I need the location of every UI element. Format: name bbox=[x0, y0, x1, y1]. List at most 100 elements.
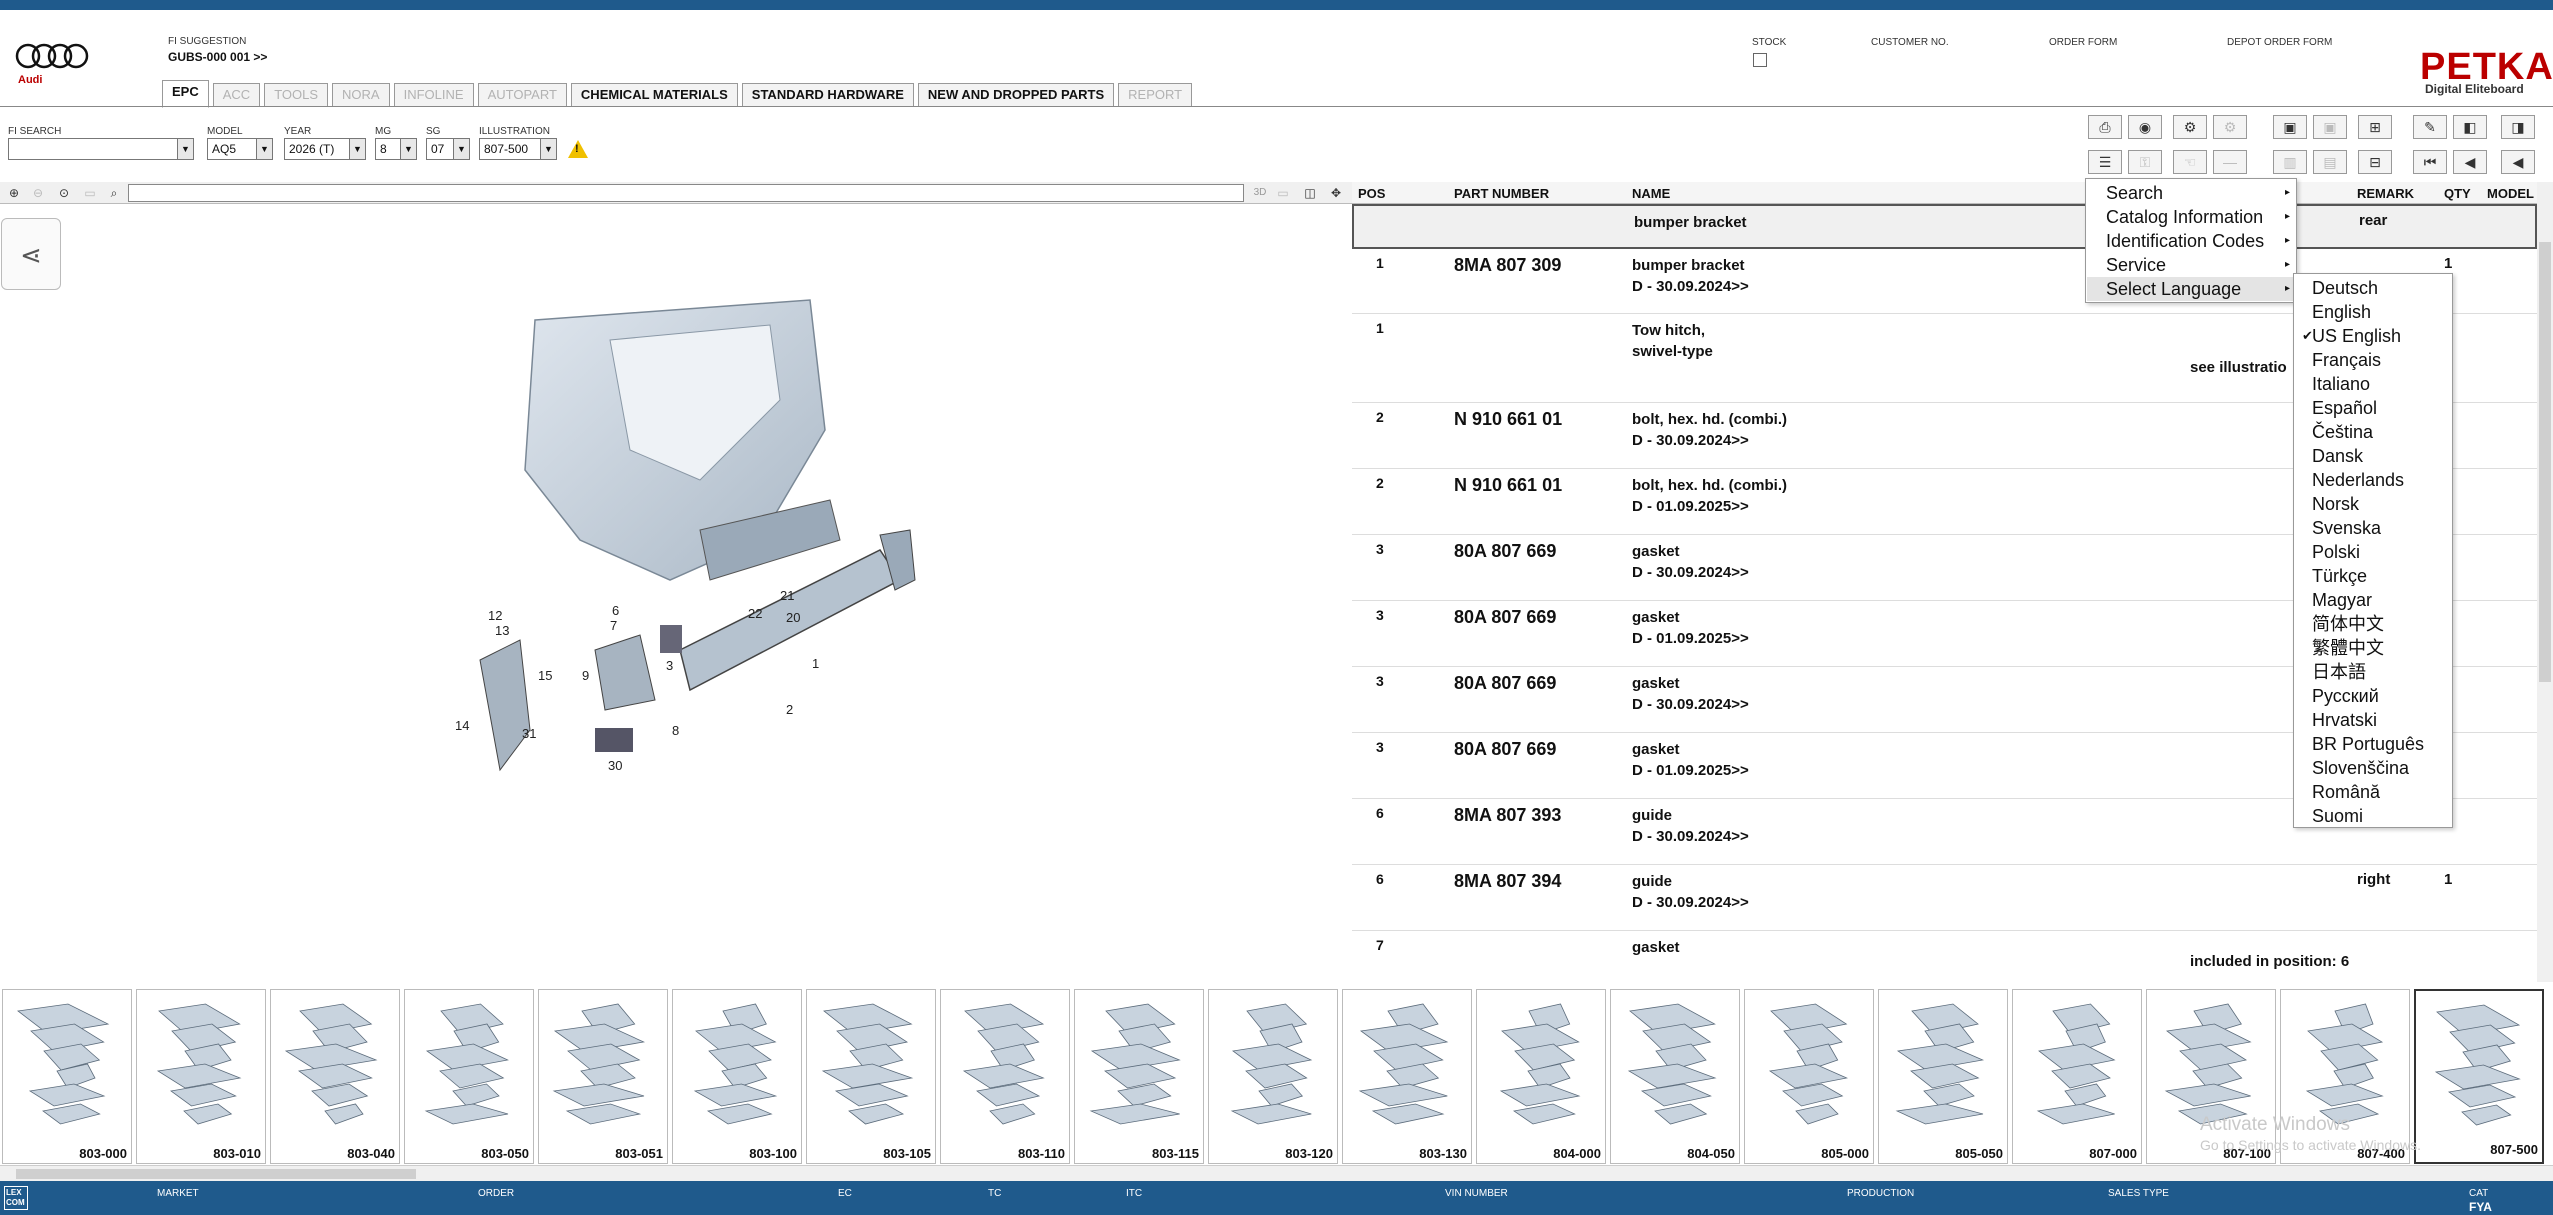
thumbnail-803-110[interactable]: 803-110 bbox=[940, 989, 1070, 1164]
tab-tools[interactable]: TOOLS bbox=[264, 83, 329, 107]
tab-nora[interactable]: NORA bbox=[332, 83, 390, 107]
thumbnail-803-120[interactable]: 803-120 bbox=[1208, 989, 1338, 1164]
illustration-select[interactable]: 807-500 ▼ bbox=[479, 138, 557, 160]
catalog-icon[interactable]: ◉ bbox=[2128, 115, 2162, 139]
prev-icon[interactable]: ◀ bbox=[2453, 150, 2487, 174]
col-name[interactable]: NAME bbox=[1632, 186, 1670, 201]
thumbnail-803-000[interactable]: 803-000 bbox=[2, 989, 132, 1164]
print-icon[interactable]: ⎙ bbox=[2088, 115, 2122, 139]
table-row[interactable]: 7 gasket included in position: 6 bbox=[1352, 931, 2537, 986]
menu-item-catalog-information[interactable]: Catalog Information bbox=[2106, 205, 2263, 229]
key-icon[interactable]: ⚿ bbox=[2128, 150, 2162, 174]
zoom-out-icon[interactable]: ⊖ bbox=[28, 184, 48, 202]
tab-epc[interactable]: EPC bbox=[162, 80, 209, 108]
tab-chemical-materials[interactable]: CHEMICAL MATERIALS bbox=[570, 83, 738, 107]
language-item[interactable]: Română bbox=[2312, 780, 2380, 804]
language-item[interactable]: Français bbox=[2312, 348, 2381, 372]
hand-icon[interactable]: ☜ bbox=[2173, 150, 2207, 174]
model-select[interactable]: AQ5 ▼ bbox=[207, 138, 273, 160]
language-item[interactable]: Italiano bbox=[2312, 372, 2370, 396]
language-item[interactable]: 日本語 bbox=[2312, 660, 2366, 684]
tab-autopart[interactable]: AUTOPART bbox=[477, 83, 567, 107]
zoom-fit-icon[interactable]: ⊙ bbox=[54, 184, 74, 202]
language-item[interactable]: BR Português bbox=[2312, 732, 2424, 756]
layout-icon[interactable]: ▭ bbox=[1273, 184, 1293, 202]
table-row[interactable]: 6 8MA 807 394 guide D - 30.09.2024>> rig… bbox=[1352, 865, 2537, 931]
menu-item-service[interactable]: Service bbox=[2106, 253, 2166, 277]
tools-icon[interactable]: ⚙ bbox=[2173, 115, 2207, 139]
thumbnail-804-000[interactable]: 804-000 bbox=[1476, 989, 1606, 1164]
language-item[interactable]: Polski bbox=[2312, 540, 2360, 564]
fi-suggestion-value[interactable]: GUBS-000 001 >> bbox=[168, 50, 267, 64]
sg-select[interactable]: 07 ▼ bbox=[426, 138, 470, 160]
thumbnail-803-050[interactable]: 803-050 bbox=[404, 989, 534, 1164]
menu-item-search[interactable]: Search bbox=[2106, 181, 2163, 205]
tab-infoline[interactable]: INFOLINE bbox=[393, 83, 474, 107]
thumbnail-804-050[interactable]: 804-050 bbox=[1610, 989, 1740, 1164]
col-part-number[interactable]: PART NUMBER bbox=[1454, 186, 1549, 201]
language-item[interactable]: Türkçe bbox=[2312, 564, 2367, 588]
col-model[interactable]: MODEL bbox=[2487, 186, 2534, 201]
language-item-selected[interactable]: ✔ US English bbox=[2302, 324, 2401, 348]
scrollbar-thumb[interactable] bbox=[2539, 242, 2551, 682]
menu-item-select-language[interactable]: Select Language bbox=[2087, 277, 2295, 301]
language-item[interactable]: Hrvatski bbox=[2312, 708, 2377, 732]
thumbnail-807-000[interactable]: 807-000 bbox=[2012, 989, 2142, 1164]
disabled-tool-icon[interactable]: ⚙ bbox=[2213, 115, 2247, 139]
split-view-icon[interactable]: ◫ bbox=[1300, 184, 1320, 202]
basket-icon[interactable]: ⊟ bbox=[2358, 150, 2392, 174]
fi-search-select[interactable]: ▼ bbox=[8, 138, 194, 160]
prev-page-icon[interactable]: ◧ bbox=[2453, 115, 2487, 139]
copy-icon[interactable]: ▥ bbox=[2273, 150, 2307, 174]
menu-icon[interactable]: ☰ bbox=[2088, 150, 2122, 174]
search-icon[interactable]: ⌕ bbox=[104, 184, 124, 202]
language-item[interactable]: Deutsch bbox=[2312, 276, 2378, 300]
back-icon[interactable]: ◀ bbox=[2501, 150, 2535, 174]
thumbnail-803-010[interactable]: 803-010 bbox=[136, 989, 266, 1164]
view-3d-button[interactable]: 3D bbox=[1250, 184, 1270, 202]
language-item[interactable]: Español bbox=[2312, 396, 2377, 420]
thumbnail-803-105[interactable]: 803-105 bbox=[806, 989, 936, 1164]
thumbnail-803-100[interactable]: 803-100 bbox=[672, 989, 802, 1164]
thumbnail-803-040[interactable]: 803-040 bbox=[270, 989, 400, 1164]
language-item[interactable]: Čeština bbox=[2312, 420, 2373, 444]
language-item[interactable]: Русский bbox=[2312, 684, 2379, 708]
tab-report[interactable]: REPORT bbox=[1118, 83, 1193, 107]
language-item[interactable]: Slovenščina bbox=[2312, 756, 2409, 780]
thumbnail-807-500[interactable]: 807-500 bbox=[2414, 989, 2544, 1164]
thumbnails-horizontal-scrollbar[interactable] bbox=[0, 1165, 2553, 1181]
first-icon[interactable]: ⏮ bbox=[2413, 150, 2447, 174]
stock-checkbox[interactable] bbox=[1753, 53, 1767, 67]
scrollbar-thumb[interactable] bbox=[16, 1169, 416, 1179]
zoom-reset-icon[interactable]: ▭ bbox=[80, 184, 100, 202]
language-item[interactable]: 简体中文 bbox=[2312, 612, 2384, 636]
language-item[interactable]: Nederlands bbox=[2312, 468, 2404, 492]
thumbnail-805-000[interactable]: 805-000 bbox=[1744, 989, 1874, 1164]
language-item[interactable]: Norsk bbox=[2312, 492, 2359, 516]
thumbnail-805-050[interactable]: 805-050 bbox=[1878, 989, 2008, 1164]
share-button[interactable]: ⋖ bbox=[1, 218, 61, 290]
zoom-in-icon[interactable]: ⊕ bbox=[4, 184, 24, 202]
minus-icon[interactable]: — bbox=[2213, 150, 2247, 174]
thumbnail-803-051[interactable]: 803-051 bbox=[538, 989, 668, 1164]
paste-icon[interactable]: ▤ bbox=[2313, 150, 2347, 174]
next-page-icon[interactable]: ◨ bbox=[2501, 115, 2535, 139]
tab-new-dropped-parts[interactable]: NEW AND DROPPED PARTS bbox=[917, 83, 1115, 107]
illustration-search-field[interactable] bbox=[128, 184, 1244, 202]
mg-select[interactable]: 8 ▼ bbox=[375, 138, 417, 160]
col-qty[interactable]: QTY bbox=[2444, 186, 2471, 201]
col-pos[interactable]: POS bbox=[1358, 186, 1385, 201]
cart-icon[interactable]: ⊞ bbox=[2358, 115, 2392, 139]
language-item[interactable]: 繁體中文 bbox=[2312, 636, 2384, 660]
col-remark[interactable]: REMARK bbox=[2357, 186, 2414, 201]
parts-illustration[interactable]: 12 13 14 15 31 9 8 6 7 3 30 22 21 20 1 2 bbox=[440, 280, 920, 780]
language-item[interactable]: English bbox=[2312, 300, 2371, 324]
ecat-icon[interactable]: ▣ bbox=[2313, 115, 2347, 139]
language-item[interactable]: Dansk bbox=[2312, 444, 2363, 468]
pin-icon[interactable]: ✎ bbox=[2413, 115, 2447, 139]
table-row-group-header[interactable]: bumper bracket rear bbox=[1352, 204, 2537, 249]
table-vertical-scrollbar[interactable] bbox=[2537, 182, 2553, 982]
year-select[interactable]: 2026 (T) ▼ bbox=[284, 138, 366, 160]
move-icon[interactable]: ✥ bbox=[1326, 184, 1346, 202]
language-item[interactable]: Suomi bbox=[2312, 804, 2363, 828]
